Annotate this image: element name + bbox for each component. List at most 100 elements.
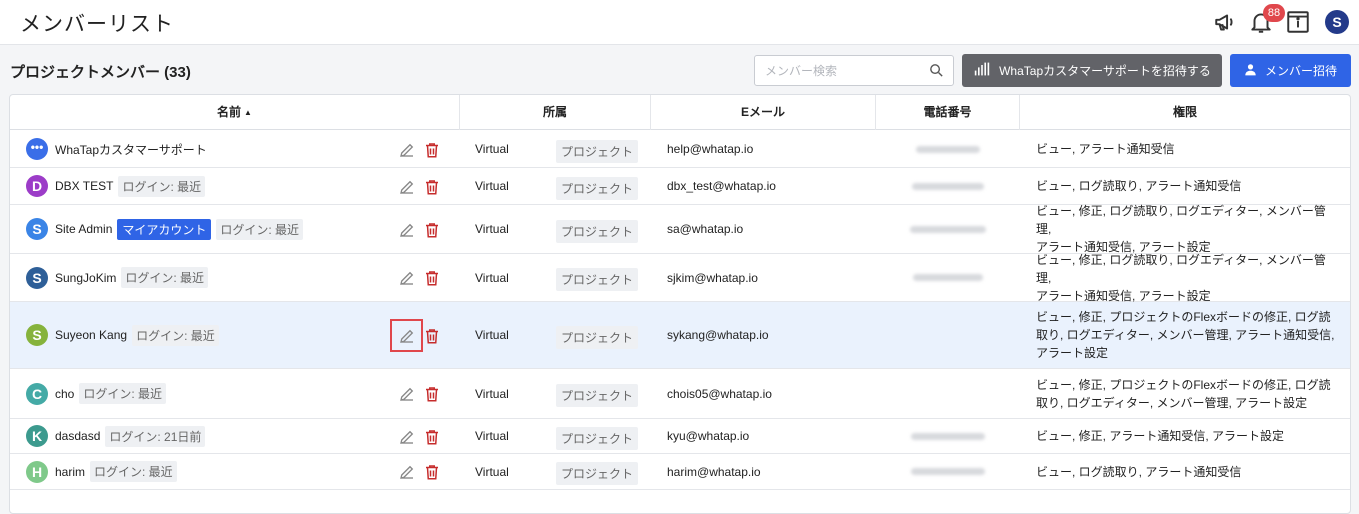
affiliation-tag: プロジェクト <box>556 462 639 485</box>
email-cell: sjkim@whatap.io <box>667 270 758 285</box>
section-title: プロジェクトメンバー (33) <box>10 64 191 81</box>
member-search <box>754 55 954 86</box>
edit-icon[interactable] <box>398 385 416 403</box>
edit-icon[interactable] <box>398 463 416 481</box>
column-header-email[interactable]: Eメール <box>651 95 876 130</box>
email-cell: sykang@whatap.io <box>667 328 769 342</box>
invite-support-label: WhaTapカスタマーサポートを招待する <box>999 64 1211 78</box>
phone-redacted <box>913 274 983 281</box>
login-status: ログイン: 最近 <box>132 324 219 346</box>
affiliation-tag: プロジェクト <box>556 177 639 200</box>
phone-cell <box>911 454 989 489</box>
permission-cell: ビュー, 修正, プロジェクトのFlexボードの修正, ログ読 取り, ログエディ… <box>1036 369 1348 418</box>
affiliation-cell: Virtual <box>475 464 509 479</box>
search-icon[interactable] <box>928 62 945 79</box>
edit-highlight-box <box>390 319 423 352</box>
megaphone-icon[interactable] <box>1213 9 1239 35</box>
table-row[interactable]: Ccho ログイン: 最近 Virtual プロジェクト chois05@whatap.… <box>10 369 1350 419</box>
notification-badge: 88 <box>1263 4 1285 22</box>
phone-redacted <box>910 225 986 233</box>
table-header: 名前 ▲ 所属 Eメール 電話番号 権限 <box>10 95 1350 130</box>
permission-cell: ビュー, 修正, アラート通知受信, アラート設定 <box>1036 419 1348 453</box>
login-status: ログイン: 最近 <box>216 218 304 240</box>
trash-icon[interactable] <box>423 269 441 287</box>
edit-icon[interactable] <box>398 269 416 287</box>
table-row[interactable]: ••• WhaTapカスタマーサポート Virtual プロジェクト help@what… <box>10 131 1350 168</box>
member-name: Suyeon Kang <box>55 328 128 342</box>
name-cell: S SungJoKim ログイン: 最近 <box>26 254 396 301</box>
phone-cell <box>911 419 989 453</box>
user-avatar[interactable]: S <box>1325 10 1349 34</box>
column-header-affiliation[interactable]: 所属 <box>460 95 651 130</box>
phone-cell <box>948 369 952 418</box>
column-header-phone[interactable]: 電話番号 <box>876 95 1020 130</box>
permission-line: ビュー, 修正, ログ読取り, ログエディター, メンバー管理, <box>1036 204 1326 236</box>
search-input[interactable] <box>755 56 925 85</box>
affiliation-cell: Virtual <box>475 142 509 156</box>
name-cell: Kdasdasd ログイン: 21日前 <box>26 419 396 453</box>
member-table: 名前 ▲ 所属 Eメール 電話番号 権限 ••• WhaTapカスタマーサポート Vi… <box>9 94 1351 514</box>
affiliation-tag: プロジェクト <box>556 384 639 407</box>
permission-line: アラート設定 <box>1036 346 1109 360</box>
member-name: dasdasd <box>55 429 101 443</box>
phone-cell <box>948 302 952 368</box>
affiliation-cell: Virtual <box>475 179 509 193</box>
table-row[interactable]: Kdasdasd ログイン: 21日前 Virtual プロジェクト kyu@whata… <box>10 419 1350 454</box>
name-cell: Ccho ログイン: 最近 <box>26 369 396 418</box>
table-row[interactable]: S Suyeon Kang ログイン: 最近 Virtual プロジェクト sykang@… <box>10 302 1350 369</box>
trash-icon[interactable] <box>423 327 441 345</box>
login-status: ログイン: 21日前 <box>105 425 206 447</box>
trash-icon[interactable] <box>423 221 441 239</box>
login-status: ログイン: 最近 <box>121 267 209 288</box>
table-row[interactable]: S Site Admin マイアカウント ログイン: 最近 Virtual プロジェクト s… <box>10 204 1350 254</box>
invite-member-button[interactable]: メンバー招待 <box>1230 54 1351 87</box>
phone-cell <box>912 168 988 204</box>
email-cell: sa@whatap.io <box>667 222 744 236</box>
column-header-name[interactable]: 名前 ▲ <box>10 95 460 130</box>
my-account-badge: マイアカウント <box>117 218 212 240</box>
trash-icon[interactable] <box>423 385 441 403</box>
member-name: WhaTapカスタマーサポート <box>55 142 207 157</box>
sort-asc-icon: ▲ <box>244 108 252 118</box>
member-avatar: C <box>26 382 48 405</box>
permission-line: ビュー, ログ読取り, アラート通知受信 <box>1036 464 1242 479</box>
permission-cell: ビュー, アラート通知受信 <box>1036 131 1348 167</box>
edit-icon[interactable] <box>398 178 416 196</box>
trash-icon[interactable] <box>423 178 441 196</box>
table-row[interactable]: S SungJoKim ログイン: 最近 Virtual プロジェクト sjkim@wha… <box>10 252 1350 303</box>
affiliation-cell: Virtual <box>475 429 509 443</box>
member-name: cho <box>55 386 75 401</box>
trash-icon[interactable] <box>423 141 441 159</box>
info-panel-icon[interactable] <box>1285 9 1311 35</box>
trash-icon[interactable] <box>423 463 441 481</box>
affiliation-cell: Virtual <box>475 386 509 401</box>
name-cell: Hharim ログイン: 最近 <box>26 454 396 489</box>
edit-icon[interactable] <box>398 221 416 239</box>
phone-redacted <box>912 182 984 190</box>
invite-member-label: メンバー招待 <box>1264 64 1337 78</box>
affiliation-cell: Virtual <box>475 270 509 285</box>
name-cell: D DBX TEST ログイン: 最近 <box>26 168 396 204</box>
table-row[interactable]: D DBX TEST ログイン: 最近 Virtual プロジェクト dbx_test@w… <box>10 168 1350 205</box>
edit-icon[interactable] <box>398 141 416 159</box>
permission-line: 取り, ログエディター, メンバー管理, アラート設定 <box>1036 395 1308 410</box>
member-avatar: ••• <box>26 138 48 160</box>
permission-line: ビュー, 修正, プロジェクトのFlexボードの修正, ログ読 <box>1036 310 1331 324</box>
email-cell: dbx_test@whatap.io <box>667 179 776 193</box>
permission-line: ビュー, 修正, ログ読取り, ログエディター, メンバー管理, <box>1036 252 1326 285</box>
login-status: ログイン: 最近 <box>79 383 167 404</box>
invite-support-button[interactable]: WhaTapカスタマーサポートを招待する <box>962 54 1222 87</box>
permission-line: ビュー, 修正, アラート通知受信, アラート設定 <box>1036 429 1285 443</box>
email-cell: chois05@whatap.io <box>667 386 772 401</box>
permission-line: ビュー, 修正, プロジェクトのFlexボードの修正, ログ読 <box>1036 377 1331 392</box>
member-avatar: S <box>26 266 48 289</box>
trash-icon[interactable] <box>423 428 441 446</box>
phone-redacted <box>911 432 985 440</box>
affiliation-tag: プロジェクト <box>556 326 639 349</box>
column-header-permission[interactable]: 権限 <box>1020 95 1350 130</box>
table-row[interactable]: Hharim ログイン: 最近 Virtual プロジェクト harim@whatap.… <box>10 454 1350 490</box>
member-name: harim <box>55 464 86 479</box>
name-cell: S Suyeon Kang ログイン: 最近 <box>26 302 396 368</box>
edit-icon[interactable] <box>398 428 416 446</box>
permission-cell: ビュー, ログ読取り, アラート通知受信 <box>1036 168 1348 204</box>
